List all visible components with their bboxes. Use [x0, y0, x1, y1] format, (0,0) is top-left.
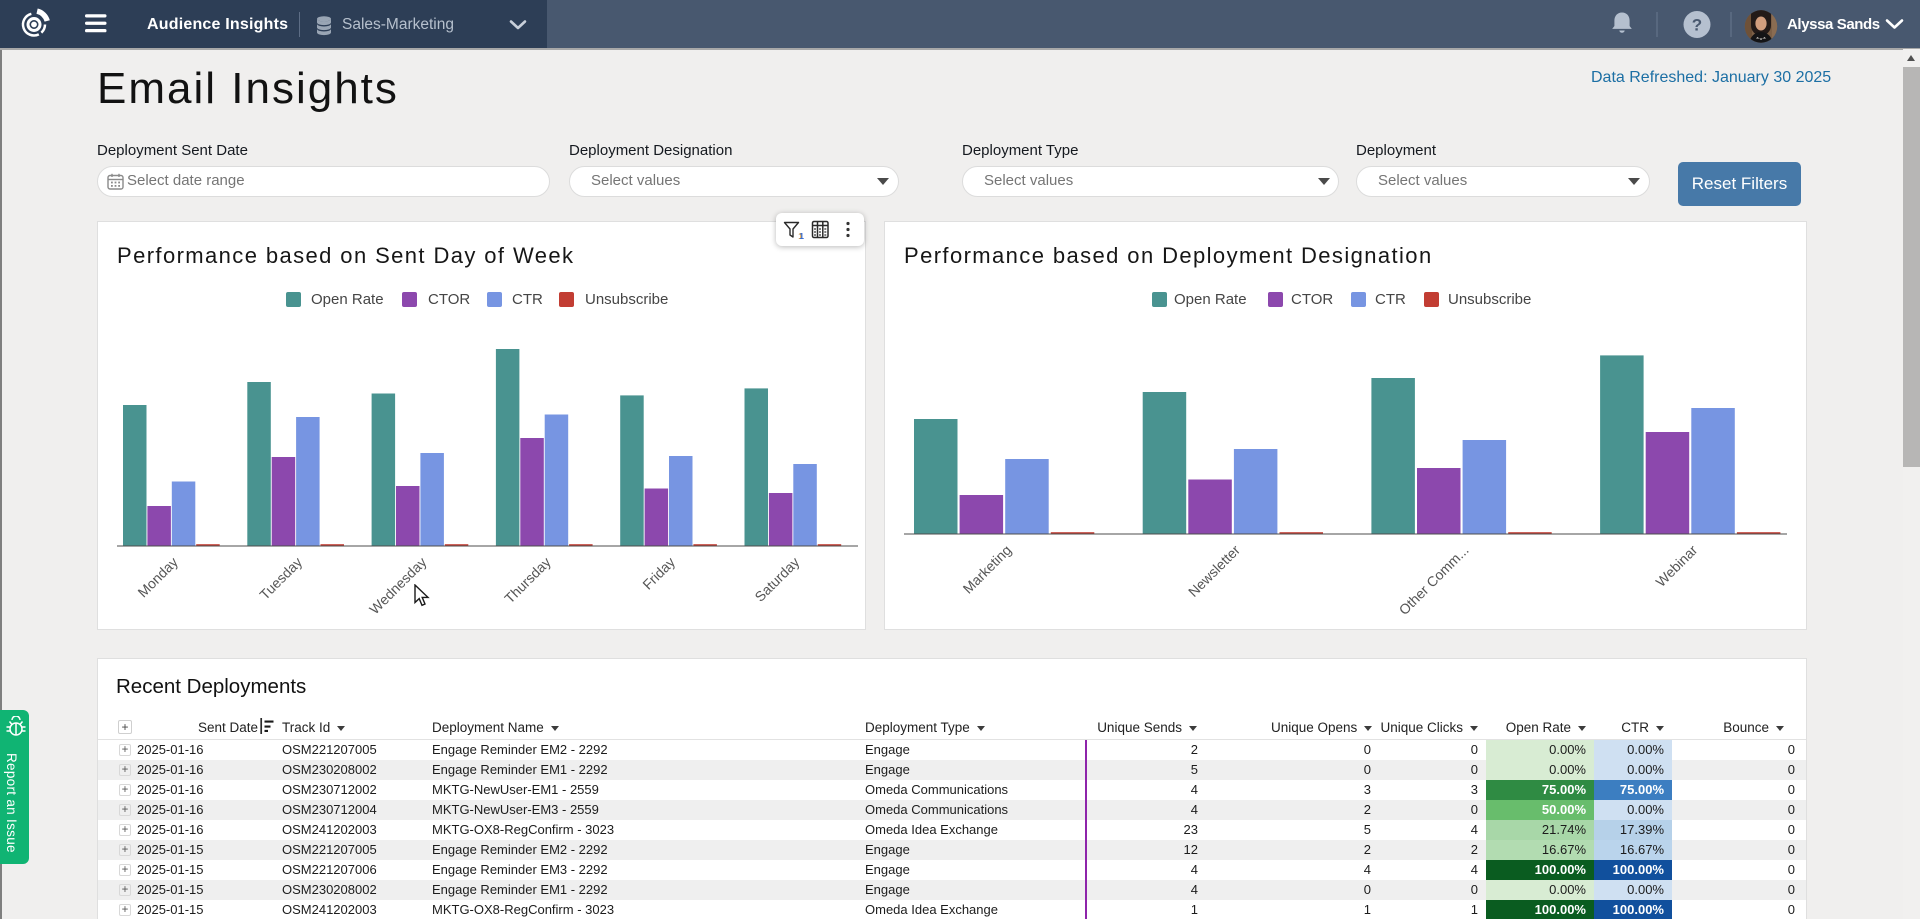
svg-text:Tuesday: Tuesday — [256, 554, 305, 603]
svg-text:?: ? — [1692, 16, 1702, 35]
svg-text:Other Comm...: Other Comm... — [1395, 542, 1471, 618]
svg-text:Saturday: Saturday — [751, 554, 802, 605]
svg-text:Friday: Friday — [639, 554, 678, 593]
svg-text:Webinar: Webinar — [1652, 542, 1700, 590]
svg-text:Marketing: Marketing — [960, 542, 1015, 597]
svg-text:Thursday: Thursday — [501, 554, 554, 607]
svg-text:Newsletter: Newsletter — [1185, 542, 1243, 600]
svg-text:1: 1 — [799, 231, 804, 241]
svg-text:Monday: Monday — [134, 554, 181, 601]
